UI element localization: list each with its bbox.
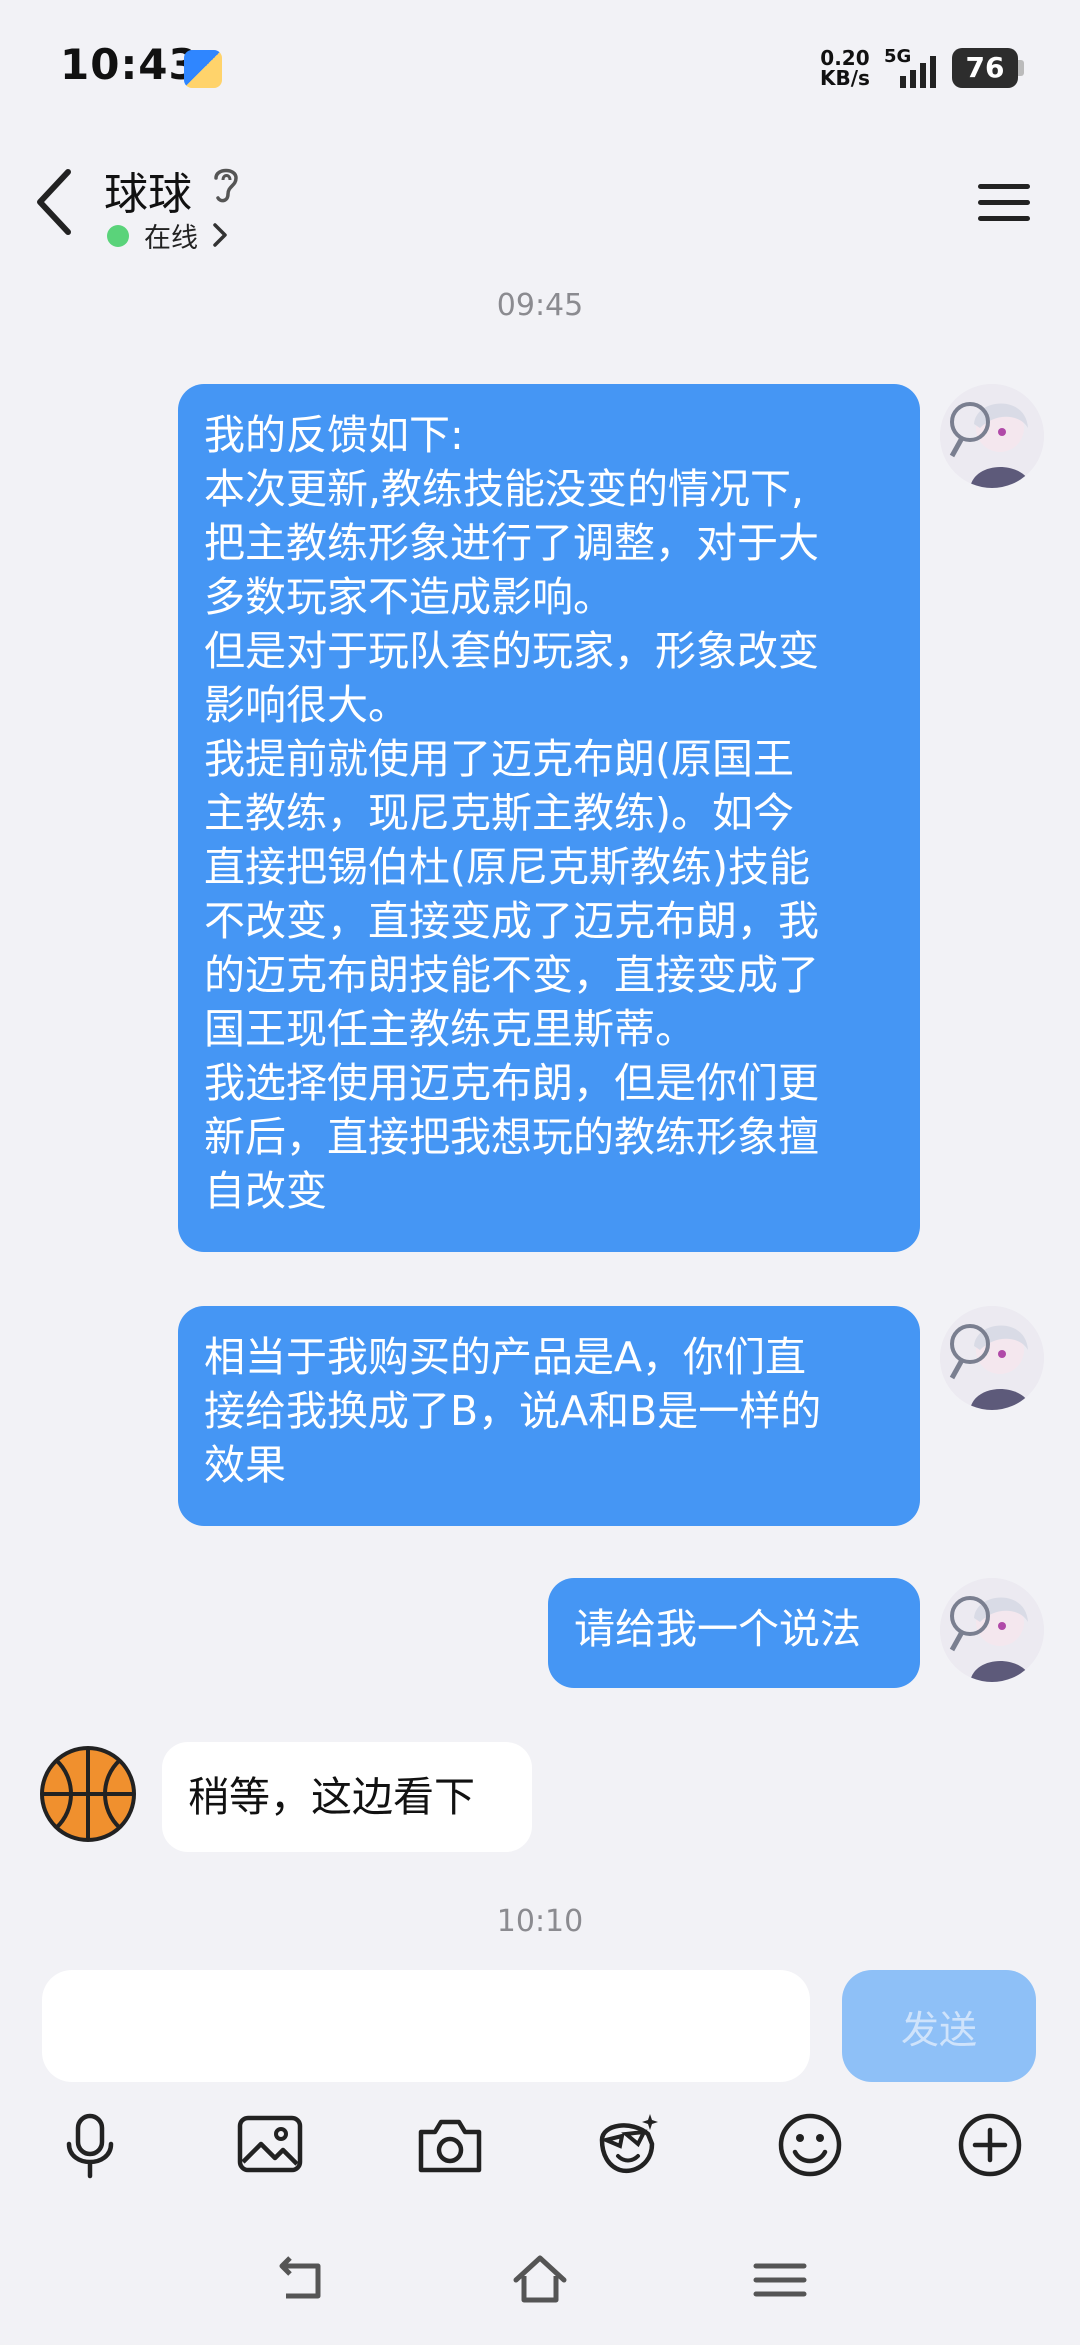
message-line: 我提前就使用了迈克布朗(原国王 <box>204 735 794 783</box>
status-bar: 10:43 0.20 KB/s 5G 76 <box>0 0 1080 140</box>
send-button[interactable]: 发送 <box>842 1970 1036 2082</box>
battery-tip <box>1018 60 1024 76</box>
network-speed: 0.20 KB/s <box>820 48 870 88</box>
user-avatar-icon <box>940 384 1044 488</box>
message-line: 新后，直接把我想玩的教练形象擅 <box>204 1113 819 1161</box>
message-input[interactable] <box>42 1970 810 2082</box>
message-line: 稍等，这边看下 <box>188 1773 475 1821</box>
message-line: 相当于我购买的产品是A，你们直 <box>204 1333 807 1381</box>
contact-avatar[interactable] <box>36 1742 140 1846</box>
message-line: 我的反馈如下: <box>204 411 464 459</box>
incoming-message-bubble[interactable]: 稍等，这边看下 <box>162 1742 532 1852</box>
user-avatar-icon <box>940 1578 1044 1682</box>
message-line: 主教练，现尼克斯主教练)。如今 <box>204 789 794 837</box>
recents-nav-icon[interactable] <box>750 2250 810 2310</box>
message-line: 接给我换成了B，说A和B是一样的 <box>204 1387 822 1435</box>
message-line: 请给我一个说法 <box>574 1605 861 1653</box>
message-line: 自改变 <box>204 1167 327 1215</box>
message-line: 不改变，直接变成了迈克布朗，我 <box>204 897 819 945</box>
signal-icon <box>900 56 936 88</box>
status-time: 10:43 <box>60 40 199 89</box>
back-arrow-icon[interactable] <box>30 162 80 242</box>
back-nav-icon[interactable] <box>270 2250 330 2310</box>
message-line: 本次更新,教练技能没变的情况下, <box>204 465 805 513</box>
sticker-face-icon[interactable] <box>592 2110 662 2180</box>
online-status-dot <box>107 225 129 247</box>
message-line: 把主教练形象进行了调整，对于大 <box>204 519 819 567</box>
ear-icon[interactable] <box>208 162 244 206</box>
network-speed-unit: KB/s <box>820 66 870 90</box>
user-avatar[interactable] <box>940 384 1044 488</box>
chat-screen: 10:43 0.20 KB/s 5G 76 球球 在线 09:45 我的反馈如下… <box>0 0 1080 2345</box>
user-avatar[interactable] <box>940 1306 1044 1410</box>
message-line: 但是对于玩队套的玩家，形象改变 <box>204 627 819 675</box>
app-notification-icon <box>184 50 222 88</box>
plus-icon[interactable] <box>955 2110 1025 2180</box>
camera-icon[interactable] <box>415 2110 485 2180</box>
message-timestamp: 09:45 <box>496 288 584 323</box>
message-line: 的迈克布朗技能不变，直接变成了 <box>204 951 819 999</box>
chevron-right-icon[interactable] <box>210 220 230 250</box>
user-avatar-icon <box>940 1306 1044 1410</box>
outgoing-message-bubble[interactable]: 我的反馈如下: 本次更新,教练技能没变的情况下, 把主教练形象进行了调整，对于大… <box>178 384 920 1252</box>
home-nav-icon[interactable] <box>510 2250 570 2310</box>
menu-icon[interactable] <box>978 180 1030 224</box>
online-status-label[interactable]: 在线 <box>144 216 198 255</box>
composer-toolbar <box>0 2110 1080 2190</box>
outgoing-message-bubble[interactable]: 相当于我购买的产品是A，你们直 接给我换成了B，说A和B是一样的 效果 <box>178 1306 920 1526</box>
outgoing-message-bubble[interactable]: 请给我一个说法 <box>548 1578 920 1688</box>
battery-icon: 76 <box>952 48 1018 88</box>
composer: 发送 <box>0 1958 1080 2118</box>
message-line: 效果 <box>204 1441 286 1489</box>
microphone-icon[interactable] <box>55 2110 125 2180</box>
emoji-icon[interactable] <box>775 2110 845 2180</box>
system-nav-bar <box>0 2240 1080 2330</box>
image-icon[interactable] <box>235 2110 305 2180</box>
message-timestamp: 10:10 <box>496 1904 584 1939</box>
network-speed-value: 0.20 <box>820 46 870 70</box>
message-line: 直接把锡伯杜(原尼克斯教练)技能 <box>204 843 810 891</box>
message-list[interactable]: 09:45 我的反馈如下: 本次更新,教练技能没变的情况下, 把主教练形象进行了… <box>0 270 1080 1960</box>
contact-name[interactable]: 球球 <box>104 158 192 222</box>
message-line: 我选择使用迈克布朗，但是你们更 <box>204 1059 819 1107</box>
chat-header: 球球 在线 <box>0 140 1080 270</box>
basketball-icon <box>40 1746 136 1842</box>
message-line: 影响很大。 <box>204 681 409 729</box>
message-line: 国王现任主教练克里斯蒂。 <box>204 1005 696 1053</box>
user-avatar[interactable] <box>940 1578 1044 1682</box>
message-line: 多数玩家不造成影响。 <box>204 573 614 621</box>
